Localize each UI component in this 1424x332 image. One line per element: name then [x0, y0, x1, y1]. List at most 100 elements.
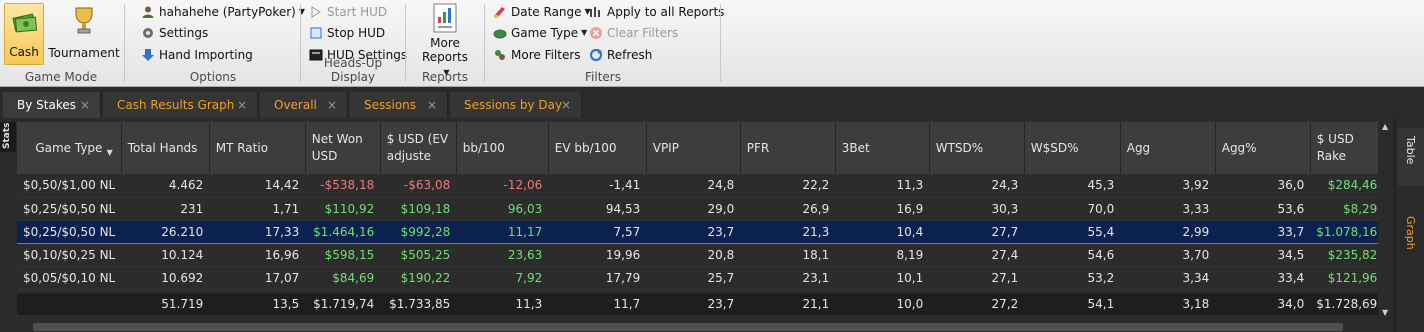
table-cell: 18,1: [740, 243, 836, 267]
column-header[interactable]: Total Hands: [121, 122, 210, 174]
vertical-scrollbar[interactable]: ▲ ▼: [1378, 118, 1394, 332]
table-cell: 55,4: [1024, 219, 1121, 244]
table-row[interactable]: $0,25/$0,50 NL 231 1,71 $110,92 $109,18 96,03…: [17, 197, 1384, 221]
close-icon[interactable]: ×: [80, 98, 90, 112]
table-row[interactable]: $0,50/$1,00 NL 4.462 14,42 -$538,18 -$63,08-…: [17, 174, 1384, 198]
more-filters-button[interactable]: More Filters: [492, 45, 581, 64]
table-cell: 10.124: [121, 243, 210, 267]
game-mode-title: Game Mode: [24, 70, 98, 84]
column-header[interactable]: bb/100: [456, 122, 549, 174]
column-header[interactable]: Net Won USD: [305, 122, 381, 174]
column-header[interactable]: MT Ratio: [209, 122, 306, 174]
tab-label: Sessions: [364, 98, 417, 112]
game-type-button[interactable]: Game Type ▼: [492, 23, 587, 42]
start-hud-button[interactable]: Start HUD: [308, 2, 387, 21]
table-cell: 17,33: [209, 219, 306, 244]
table-row[interactable]: $0,10/$0,25 NL 10.124 16,96 $598,15 $505,25 2…: [17, 243, 1384, 267]
totals-cell: 11,7: [548, 293, 647, 315]
hand-importing-button[interactable]: Hand Importing: [140, 45, 253, 64]
close-icon[interactable]: ×: [327, 98, 337, 112]
close-icon[interactable]: ×: [427, 98, 437, 112]
table-cell: 16,96: [209, 243, 306, 267]
more-reports-button[interactable]: More Reports ▼: [419, 3, 471, 77]
close-icon[interactable]: ×: [561, 98, 571, 112]
table-cell: 2,99: [1120, 219, 1216, 244]
table-cell: 23,1: [740, 266, 836, 290]
scroll-down-icon[interactable]: ▼: [1382, 308, 1388, 317]
table-cell: $0,10/$0,25 NL: [17, 243, 122, 267]
date-range-button[interactable]: Date Range ▼: [492, 2, 591, 21]
horizontal-scrollbar[interactable]: [17, 322, 1378, 332]
stop-hud-label: Stop HUD: [327, 25, 386, 40]
column-header-label: WTSD%: [935, 140, 984, 155]
table-cell: 24,3: [929, 174, 1025, 198]
table-row[interactable]: $0,05/$0,10 NL 10.692 17,07 $84,69 $190,22 7,…: [17, 266, 1384, 290]
table-row[interactable]: $0,25/$0,50 NL 26.210 17,33 $1.464,16 $992,2…: [17, 219, 1384, 244]
column-header[interactable]: $ USD Rake: [1310, 122, 1384, 174]
filters-title: Filters: [585, 70, 621, 84]
table-cell: 3,33: [1120, 197, 1216, 221]
column-header-label: VPIP: [652, 140, 679, 155]
settings-button[interactable]: Settings: [140, 23, 208, 42]
trophy-icon: [75, 7, 93, 34]
apply-all-reports-button[interactable]: Apply to all Reports: [588, 2, 724, 21]
tab-sessions[interactable]: Sessions ×: [350, 92, 448, 118]
column-header[interactable]: Game Type ▼: [17, 122, 122, 174]
table-cell: -$63,08: [380, 174, 457, 198]
table-cell: 29,0: [646, 197, 741, 221]
column-header-label: Game Type: [35, 140, 103, 155]
totals-row: 51.719 13,5 $1.719,74 $1.733,85 11,3 11,7 23,7…: [17, 293, 1384, 315]
table-cell: $1.464,16: [305, 219, 381, 244]
stop-icon: [308, 25, 323, 40]
tab-cash-results-graph[interactable]: Cash Results Graph ×: [103, 92, 258, 118]
table-cell: 23,63: [456, 243, 549, 267]
table-cell: 30,3: [929, 197, 1025, 221]
column-header-label: $ USD (EV adjuste: [386, 132, 449, 163]
table-cell: $190,22: [380, 266, 457, 290]
column-header-label: Net Won USD: [311, 132, 363, 163]
tab-by-stakes[interactable]: By Stakes ×: [3, 92, 101, 118]
table-cell: 23,7: [646, 219, 741, 244]
graph-view-tab[interactable]: Graph: [1398, 208, 1424, 266]
table-cell: -1,41: [548, 174, 647, 198]
column-header[interactable]: W$SD%: [1024, 122, 1121, 174]
column-header[interactable]: WTSD%: [929, 122, 1025, 174]
column-header[interactable]: VPIP: [646, 122, 741, 174]
scroll-up-icon[interactable]: ▲: [1382, 122, 1388, 131]
column-header[interactable]: 3Bet: [835, 122, 930, 174]
refresh-button[interactable]: Refresh: [588, 45, 652, 64]
close-icon[interactable]: ×: [237, 98, 247, 112]
column-header-label: 3Bet: [841, 140, 870, 155]
stats-side-tab[interactable]: Stats: [0, 122, 16, 152]
sort-chevron-down-icon[interactable]: ▼: [107, 144, 113, 161]
reports-group: More Reports ▼ Reports: [407, 0, 483, 87]
table-cell: 10,4: [835, 219, 930, 244]
tab-overall[interactable]: Overall ×: [260, 92, 348, 118]
table-view-tab[interactable]: Table: [1398, 128, 1424, 186]
column-header[interactable]: $ USD (EV adjuste: [380, 122, 457, 174]
table-cell: 26,9: [740, 197, 836, 221]
table-cell: 17,07: [209, 266, 306, 290]
tournament-button[interactable]: Tournament: [48, 3, 120, 65]
column-header[interactable]: Agg: [1120, 122, 1216, 174]
import-arrow-icon: [140, 47, 155, 62]
totals-cell: 54,1: [1024, 293, 1121, 315]
table-cell: 17,79: [548, 266, 647, 290]
column-header[interactable]: EV bb/100: [548, 122, 647, 174]
table-cell: $0,05/$0,10 NL: [17, 266, 122, 290]
column-header[interactable]: Agg%: [1215, 122, 1311, 174]
cash-button[interactable]: Cash: [4, 3, 44, 65]
tab-sessions-by-day[interactable]: Sessions by Day ×: [450, 92, 582, 118]
stop-hud-button[interactable]: Stop HUD: [308, 23, 385, 42]
game-mode-group: Cash Tournament Game Mode: [0, 0, 122, 87]
game-type-label: Game Type: [511, 25, 579, 40]
refresh-label: Refresh: [607, 47, 653, 62]
tab-label: Sessions by Day: [464, 98, 563, 112]
table-cell: $1.078,16: [1310, 219, 1384, 244]
column-header-label: PFR: [746, 140, 770, 155]
player-selector[interactable]: hahahehe (PartyPoker) ▼: [140, 2, 305, 21]
clear-filters-button[interactable]: Clear Filters: [588, 23, 678, 42]
column-header[interactable]: PFR: [740, 122, 836, 174]
totals-cell: [17, 293, 122, 315]
scroll-thumb[interactable]: [33, 323, 1343, 331]
